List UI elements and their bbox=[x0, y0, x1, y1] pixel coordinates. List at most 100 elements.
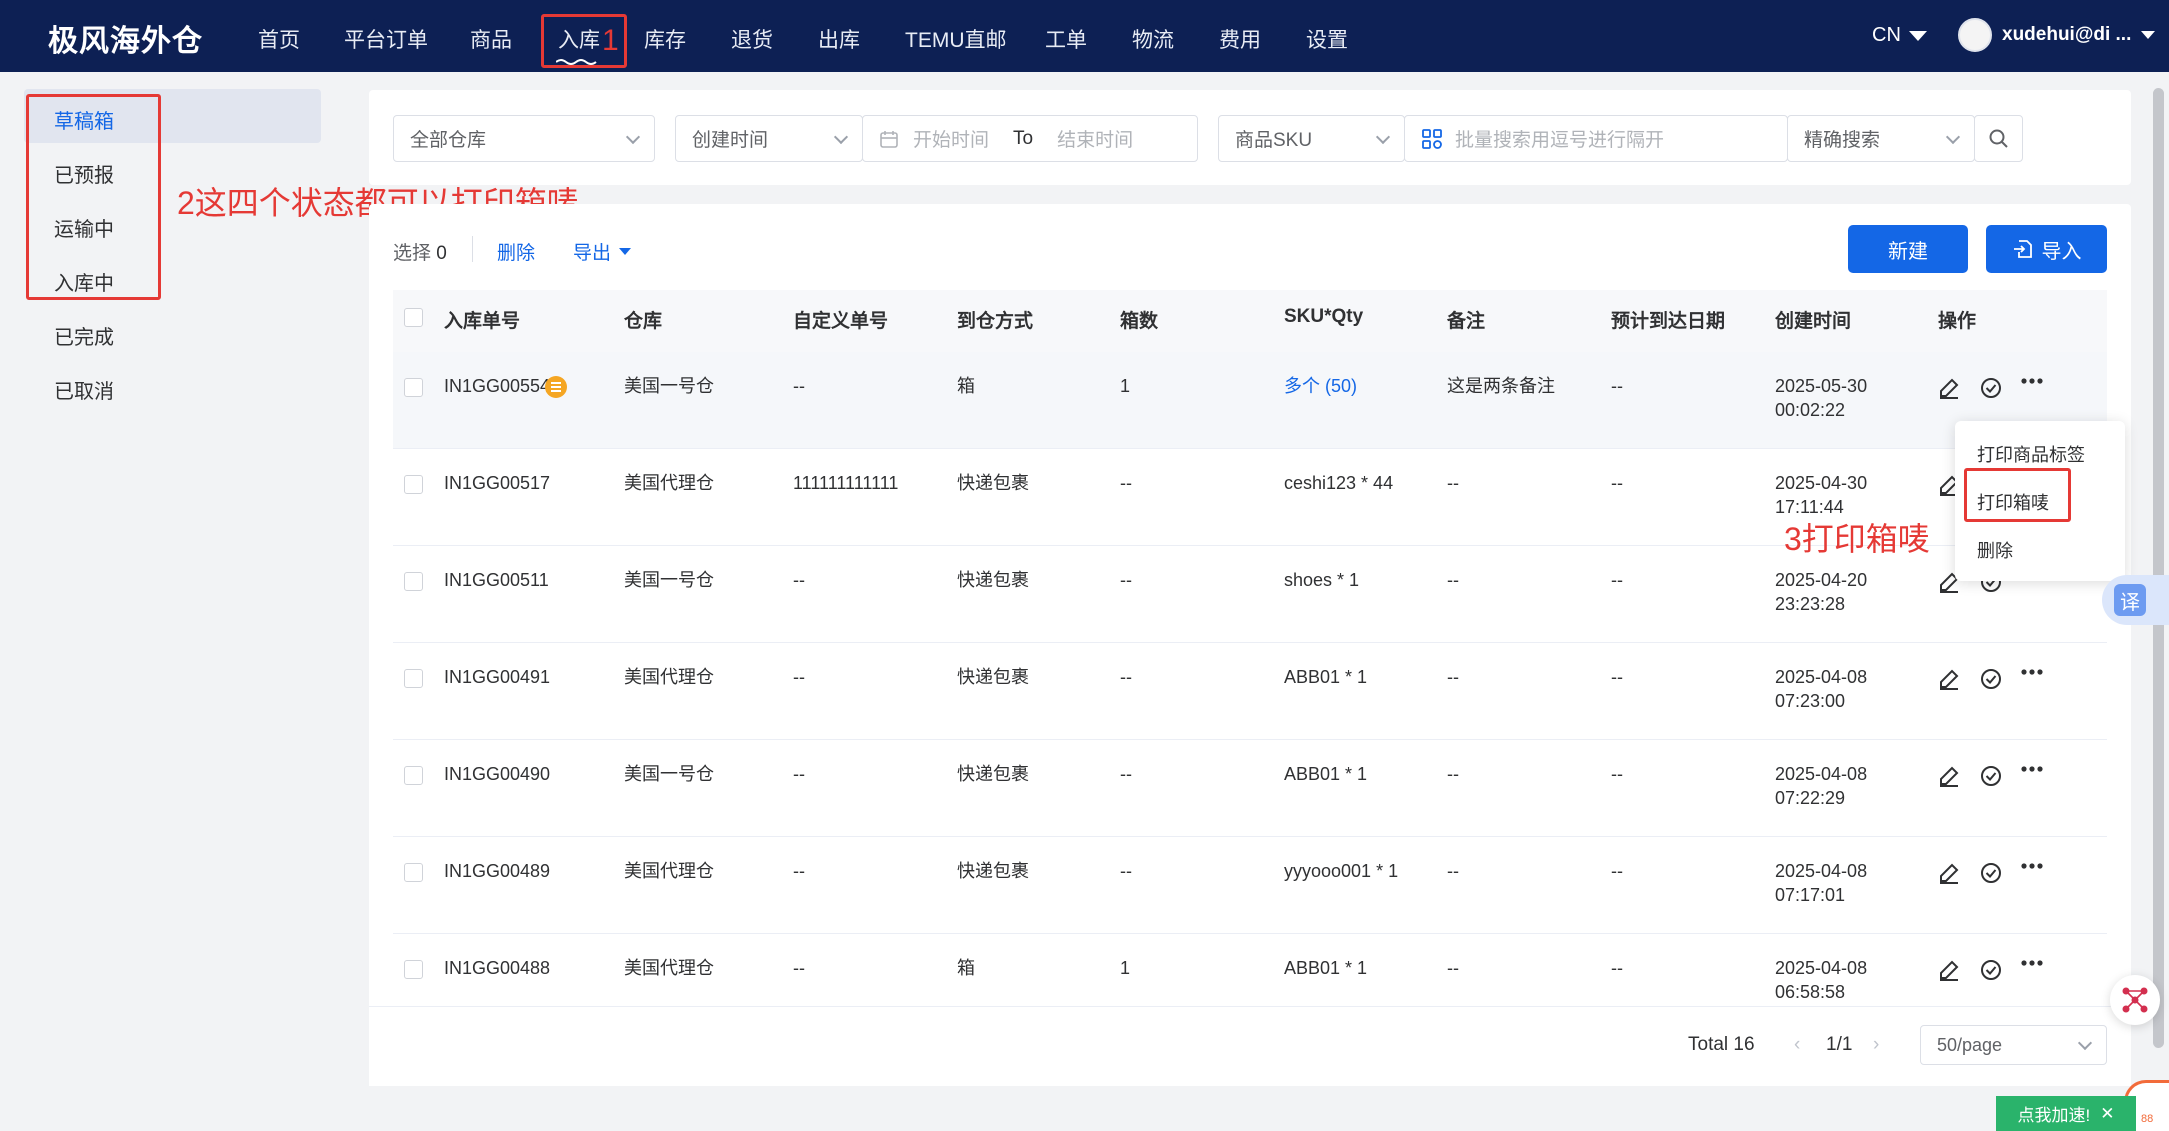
more-icon[interactable] bbox=[2020, 859, 2044, 878]
remark-badge-icon bbox=[545, 376, 567, 398]
cell-wh: 美国代理仓 bbox=[624, 958, 714, 978]
row-checkbox[interactable] bbox=[404, 766, 423, 785]
sidebar-item-completed[interactable]: 已完成 bbox=[54, 321, 114, 350]
import-icon bbox=[2013, 240, 2032, 258]
nav-returns[interactable]: 退货 bbox=[731, 24, 773, 54]
menu-print-product-label[interactable]: 打印商品标签 bbox=[1977, 441, 2085, 467]
nav-home[interactable]: 首页 bbox=[258, 24, 300, 54]
confirm-icon[interactable] bbox=[1979, 376, 2003, 405]
toolbar-divider bbox=[472, 236, 473, 262]
nav-logistics[interactable]: 物流 bbox=[1132, 24, 1174, 54]
cell-custom: -- bbox=[793, 958, 805, 978]
cell-sku[interactable]: 多个 (50) bbox=[1284, 374, 1357, 398]
menu-print-box-label[interactable]: 打印箱唛 bbox=[1977, 489, 2049, 515]
row-actions-dropdown: 打印商品标签 打印箱唛 删除 bbox=[1955, 421, 2125, 581]
sidebar-item-forecast[interactable]: 已预报 bbox=[54, 159, 114, 188]
cell-remark: -- bbox=[1447, 473, 1459, 493]
user-menu[interactable]: xudehui@di ... bbox=[1958, 18, 2156, 52]
search-button[interactable] bbox=[1974, 115, 2023, 162]
menu-delete[interactable]: 删除 bbox=[1977, 537, 2013, 563]
row-checkbox[interactable] bbox=[404, 863, 423, 882]
export-label: 导出 bbox=[573, 243, 612, 264]
cell-custom: -- bbox=[793, 861, 805, 881]
close-icon[interactable]: ✕ bbox=[2100, 1104, 2114, 1124]
row-checkbox[interactable] bbox=[404, 669, 423, 688]
time-type-select[interactable]: 创建时间 bbox=[675, 115, 863, 162]
nav-inbound[interactable]: 入库 bbox=[558, 24, 600, 54]
cell-eta: -- bbox=[1611, 958, 1623, 978]
page-scrollbar[interactable] bbox=[2153, 88, 2164, 1048]
warehouse-select-value: 全部仓库 bbox=[410, 130, 487, 151]
cell-created-date: 2025-05-30 bbox=[1775, 376, 1868, 396]
calendar-icon bbox=[880, 130, 898, 148]
cell-sku: shoes * 1 bbox=[1284, 570, 1360, 590]
nav-tickets[interactable]: 工单 bbox=[1045, 24, 1087, 54]
cell-created-time: 06:58:58 bbox=[1775, 982, 1846, 1002]
edit-icon[interactable] bbox=[1937, 667, 1961, 696]
col-boxes: 箱数 bbox=[1120, 311, 1159, 332]
edit-icon[interactable] bbox=[1937, 861, 1961, 890]
row-checkbox[interactable] bbox=[404, 475, 423, 494]
nav-fees[interactable]: 费用 bbox=[1219, 24, 1261, 54]
confirm-icon[interactable] bbox=[1979, 861, 2003, 890]
sidebar-item-draft[interactable]: 草稿箱 bbox=[54, 105, 114, 134]
nav-products[interactable]: 商品 bbox=[470, 24, 512, 54]
translate-icon: 译 bbox=[2114, 584, 2146, 616]
col-warehouse: 仓库 bbox=[624, 311, 663, 332]
sidebar-item-in-transit[interactable]: 运输中 bbox=[54, 213, 114, 242]
confirm-icon[interactable] bbox=[1979, 667, 2003, 696]
date-range-picker[interactable]: 开始时间 To 结束时间 bbox=[862, 115, 1198, 162]
selection-label: 选择 bbox=[393, 243, 432, 264]
export-dropdown[interactable]: 导出 bbox=[573, 238, 632, 265]
top-navbar: 极风海外仓 首页 平台订单 商品 入库 库存 退货 出库 TEMU直邮 工单 物… bbox=[0, 0, 2169, 72]
nav-outbound[interactable]: 出库 bbox=[818, 24, 860, 54]
sidebar-item-receiving[interactable]: 入库中 bbox=[54, 267, 114, 296]
cell-custom: -- bbox=[793, 570, 805, 590]
start-date-input[interactable]: 开始时间 bbox=[913, 125, 989, 152]
warehouse-select[interactable]: 全部仓库 bbox=[393, 115, 655, 162]
edit-icon[interactable] bbox=[1937, 376, 1961, 405]
more-icon[interactable] bbox=[2020, 956, 2044, 975]
nav-platform-orders[interactable]: 平台订单 bbox=[344, 24, 428, 54]
search-mode-select[interactable]: 精确搜索 bbox=[1787, 115, 1975, 162]
prev-page-icon[interactable]: ‹ bbox=[1794, 1034, 1800, 1056]
cell-created-time: 07:17:01 bbox=[1775, 885, 1846, 905]
end-date-input[interactable]: 结束时间 bbox=[1057, 125, 1133, 152]
nav-settings[interactable]: 设置 bbox=[1306, 24, 1348, 54]
cell-remark: -- bbox=[1447, 570, 1459, 590]
page-size-select[interactable]: 50/page bbox=[1920, 1025, 2107, 1065]
cell-created-date: 2025-04-08 bbox=[1775, 764, 1868, 784]
cell-created-date: 2025-04-08 bbox=[1775, 861, 1868, 881]
row-checkbox[interactable] bbox=[404, 572, 423, 591]
select-all-checkbox[interactable] bbox=[404, 308, 423, 327]
more-icon[interactable] bbox=[2020, 665, 2044, 684]
network-widget[interactable] bbox=[2110, 975, 2160, 1025]
new-button[interactable]: 新建 bbox=[1848, 225, 1968, 273]
more-icon[interactable] bbox=[2020, 762, 2044, 781]
confirm-icon[interactable] bbox=[1979, 764, 2003, 793]
batch-search-icon bbox=[1422, 128, 1442, 149]
cell-remark: -- bbox=[1447, 667, 1459, 687]
cell-remark: 这是两条备注 bbox=[1447, 376, 1555, 396]
confirm-icon[interactable] bbox=[1979, 958, 2003, 987]
sku-type-select[interactable]: 商品SKU bbox=[1218, 115, 1405, 162]
translate-widget[interactable]: 译 bbox=[2102, 575, 2169, 625]
col-arrival-method: 到仓方式 bbox=[957, 311, 1034, 332]
next-page-icon[interactable]: › bbox=[1873, 1034, 1879, 1056]
nav-inventory[interactable]: 库存 bbox=[644, 24, 686, 54]
speedup-button[interactable]: 点我加速! ✕ bbox=[1996, 1096, 2136, 1131]
row-checkbox[interactable] bbox=[404, 378, 423, 397]
more-icon[interactable] bbox=[2020, 374, 2044, 393]
import-button[interactable]: 导入 bbox=[1986, 225, 2107, 273]
col-actions: 操作 bbox=[1938, 311, 1977, 332]
nav-temu[interactable]: TEMU直邮 bbox=[905, 24, 1007, 54]
batch-search-input[interactable]: 批量搜索用逗号进行隔开 bbox=[1404, 115, 1788, 162]
cell-remark: -- bbox=[1447, 764, 1459, 784]
edit-icon[interactable] bbox=[1937, 764, 1961, 793]
edit-icon[interactable] bbox=[1937, 958, 1961, 987]
delete-button[interactable]: 删除 bbox=[497, 238, 535, 265]
row-checkbox[interactable] bbox=[404, 960, 423, 979]
language-selector[interactable]: CN bbox=[1872, 24, 1927, 47]
sidebar-item-cancelled[interactable]: 已取消 bbox=[54, 375, 114, 404]
cell-eta: -- bbox=[1611, 667, 1623, 687]
